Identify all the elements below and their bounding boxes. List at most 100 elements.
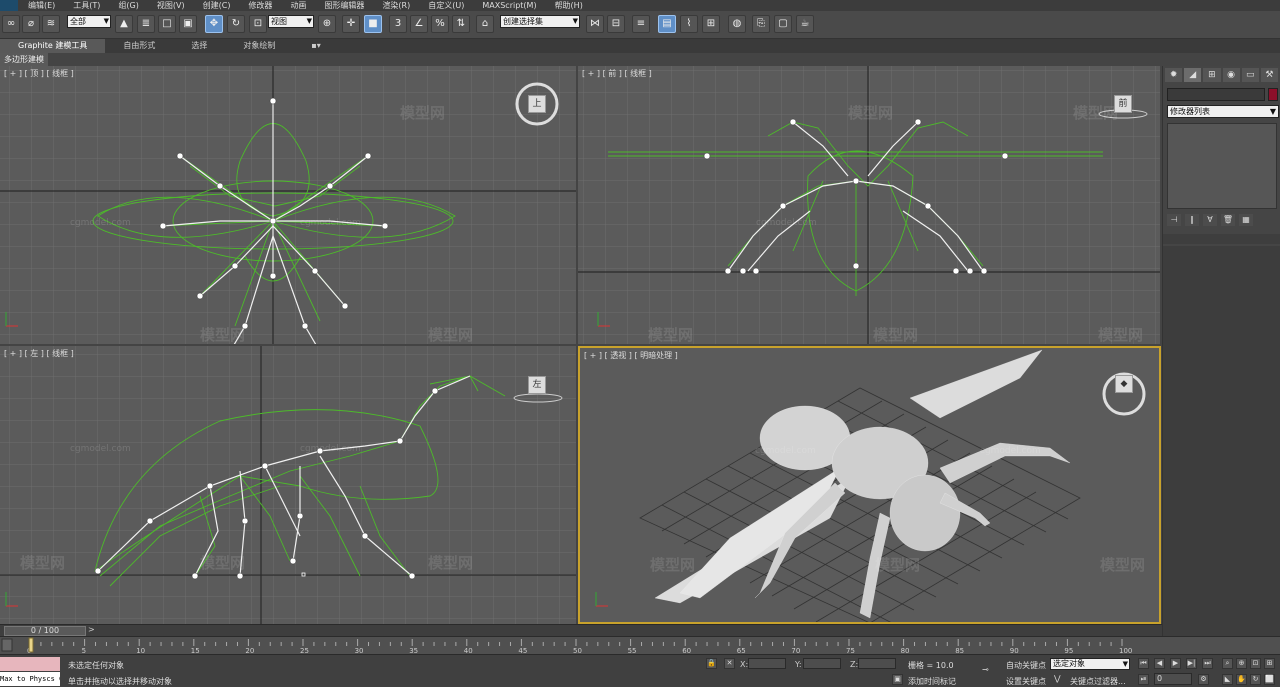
viewport-left[interactable]: [ + ] [ 左 ] [ 线框 ] 左 cgmodel.com cgmodel… xyxy=(0,346,576,624)
field-of-view-icon[interactable]: ◣ xyxy=(1222,674,1233,685)
render-setup-icon[interactable]: ⎘ xyxy=(752,15,770,33)
menu-edit[interactable]: 编辑(E) xyxy=(28,0,55,11)
z-coord-field[interactable] xyxy=(858,658,896,669)
keyboard-shortcut-icon[interactable]: ■ xyxy=(364,15,382,33)
modify-tab-icon[interactable]: ◢ xyxy=(1184,68,1202,82)
pivot-center-icon[interactable]: ⊕ xyxy=(318,15,336,33)
next-key-icon[interactable]: ▶| xyxy=(1186,658,1197,669)
menu-modifiers[interactable]: 修改器 xyxy=(248,0,272,11)
make-unique-icon[interactable]: ∀ xyxy=(1203,214,1217,226)
set-key-button[interactable]: 设置关键点 xyxy=(1006,676,1046,687)
viewport-perspective[interactable]: [ + ] [ 透视 ] [ 明暗处理 ] ◆ cgmodel.com cgmo… xyxy=(578,346,1161,624)
schematic-view-icon[interactable]: ⊞ xyxy=(702,15,720,33)
key-icon[interactable]: ⊸ xyxy=(982,665,989,674)
tab-freeform[interactable]: 自由形式 xyxy=(105,39,173,53)
maxscript-listener-bottom[interactable]: Max to Physcs C xyxy=(0,672,60,686)
reference-coord-dropdown[interactable]: 视图 ▼ xyxy=(268,15,314,28)
time-tag-icon[interactable]: ▣ xyxy=(892,674,903,685)
viewcube-front[interactable]: 前 xyxy=(1114,95,1132,113)
tab-selection[interactable]: 选择 xyxy=(173,39,225,53)
graphite-toggle-icon[interactable]: ▤ xyxy=(658,15,676,33)
remove-modifier-icon[interactable]: 🗑 xyxy=(1221,214,1235,226)
mirror-icon[interactable]: ⋈ xyxy=(586,15,604,33)
menu-group[interactable]: 组(G) xyxy=(118,0,138,11)
select-by-name-icon[interactable]: ≣ xyxy=(137,15,155,33)
absolute-mode-icon[interactable]: ✕ xyxy=(724,658,735,669)
menu-help[interactable]: 帮助(H) xyxy=(555,0,583,11)
object-name-field[interactable] xyxy=(1167,88,1265,101)
viewcube-perspective[interactable]: ◆ xyxy=(1115,375,1133,393)
zoom-extents-icon[interactable]: ⊡ xyxy=(1250,658,1261,669)
zoom-extents-all-icon[interactable]: ⊞ xyxy=(1264,658,1275,669)
pan-icon[interactable]: ✋ xyxy=(1236,674,1247,685)
curve-editor-icon[interactable]: ⌇ xyxy=(680,15,698,33)
time-slider-thumb[interactable]: 0 / 100 xyxy=(4,626,86,636)
viewcube-top[interactable]: 上 xyxy=(528,95,546,113)
current-frame-field[interactable]: 0 xyxy=(1154,673,1192,685)
time-config-icon[interactable]: ⚙ xyxy=(1198,674,1209,685)
x-coord-field[interactable] xyxy=(748,658,786,669)
hierarchy-tab-icon[interactable]: ⊞ xyxy=(1203,68,1221,82)
configure-sets-icon[interactable]: ▦ xyxy=(1239,214,1253,226)
auto-key-button[interactable]: 自动关键点 xyxy=(1006,660,1046,671)
spinner-snap-icon[interactable]: ⇅ xyxy=(452,15,470,33)
show-end-result-icon[interactable]: ∥ xyxy=(1185,214,1199,226)
menu-create[interactable]: 创建(C) xyxy=(203,0,231,11)
menu-view[interactable]: 视图(V) xyxy=(157,0,185,11)
display-tab-icon[interactable]: ▭ xyxy=(1241,68,1259,82)
snap-toggle-icon[interactable]: 3 xyxy=(389,15,407,33)
zoom-all-icon[interactable]: ⊕ xyxy=(1236,658,1247,669)
play-icon[interactable]: ▶ xyxy=(1170,658,1181,669)
selected-object-dropdown[interactable]: 选定对象 ▼ xyxy=(1050,658,1130,670)
select-rotate-icon[interactable]: ↻ xyxy=(227,15,245,33)
window-crossing-icon[interactable]: ▣ xyxy=(179,15,197,33)
edit-named-sets-icon[interactable]: ⌂ xyxy=(476,15,494,33)
select-object-icon[interactable]: ▲ xyxy=(115,15,133,33)
modifier-list-dropdown[interactable]: 修改器列表 ▼ xyxy=(1167,105,1279,118)
maxscript-listener-top[interactable] xyxy=(0,657,60,671)
menu-animation[interactable]: 动画 xyxy=(290,0,306,11)
unlink-icon[interactable]: ⌀ xyxy=(22,15,40,33)
viewport-top-label[interactable]: [ + ] [ 顶 ] [ 线框 ] xyxy=(4,68,74,79)
track-bar[interactable]: 0510152025303540455055606570758085909510… xyxy=(0,636,1280,655)
viewcube-left[interactable]: 左 xyxy=(528,376,546,394)
link-icon[interactable]: ∞ xyxy=(2,15,20,33)
named-selection-dropdown[interactable]: 创建选择集 ▼ xyxy=(500,15,580,28)
layer-manager-icon[interactable]: ≡ xyxy=(632,15,650,33)
select-scale-icon[interactable]: ⊡ xyxy=(249,15,267,33)
rect-selection-icon[interactable]: □ xyxy=(158,15,176,33)
orbit-icon[interactable]: ↻ xyxy=(1250,674,1261,685)
pin-stack-icon[interactable]: ⊣ xyxy=(1167,214,1181,226)
material-editor-icon[interactable]: ◍ xyxy=(728,15,746,33)
key-filters-button[interactable]: 关键点过滤器... xyxy=(1070,676,1126,687)
app-logo[interactable] xyxy=(0,0,18,11)
viewport-perspective-label[interactable]: [ + ] [ 透视 ] [ 明暗处理 ] xyxy=(584,350,678,361)
menu-tools[interactable]: 工具(T) xyxy=(73,0,100,11)
menu-customize[interactable]: 自定义(U) xyxy=(428,0,464,11)
motion-tab-icon[interactable]: ◉ xyxy=(1222,68,1240,82)
bind-spacewarp-icon[interactable]: ≋ xyxy=(42,15,60,33)
time-slider[interactable]: 0 / 100 > xyxy=(0,624,1162,636)
y-coord-field[interactable] xyxy=(803,658,841,669)
selection-filter-dropdown[interactable]: 全部 ▼ xyxy=(67,15,111,28)
tab-graphite-modeling[interactable]: Graphite 建模工具 xyxy=(0,39,106,53)
viewport-left-label[interactable]: [ + ] [ 左 ] [ 线框 ] xyxy=(4,348,74,359)
angle-snap-icon[interactable]: ∠ xyxy=(410,15,428,33)
menu-graph-editors[interactable]: 图形编辑器 xyxy=(324,0,364,11)
prev-frame-icon[interactable]: ◀ xyxy=(1154,658,1165,669)
menu-rendering[interactable]: 渲染(R) xyxy=(382,0,410,11)
menu-maxscript[interactable]: MAXScript(M) xyxy=(482,1,536,10)
polygon-modeling-panel[interactable]: 多边形建模 xyxy=(0,53,48,66)
create-tab-icon[interactable]: ✹ xyxy=(1165,68,1183,82)
select-move-icon[interactable]: ✥ xyxy=(205,15,223,33)
go-to-start-icon[interactable]: ⏮ xyxy=(1138,658,1149,669)
manipulate-icon[interactable]: ✛ xyxy=(342,15,360,33)
percent-snap-icon[interactable]: % xyxy=(431,15,449,33)
viewport-front-label[interactable]: [ + ] [ 前 ] [ 线框 ] xyxy=(582,68,652,79)
modifier-stack[interactable] xyxy=(1167,123,1277,209)
render-production-icon[interactable]: ☕ xyxy=(796,15,814,33)
tab-object-paint[interactable]: 对象绘制 xyxy=(225,39,293,53)
object-color-swatch[interactable] xyxy=(1268,88,1278,101)
key-mode-icon[interactable]: ⋁ xyxy=(1054,674,1061,683)
utilities-tab-icon[interactable]: ⚒ xyxy=(1260,68,1279,82)
